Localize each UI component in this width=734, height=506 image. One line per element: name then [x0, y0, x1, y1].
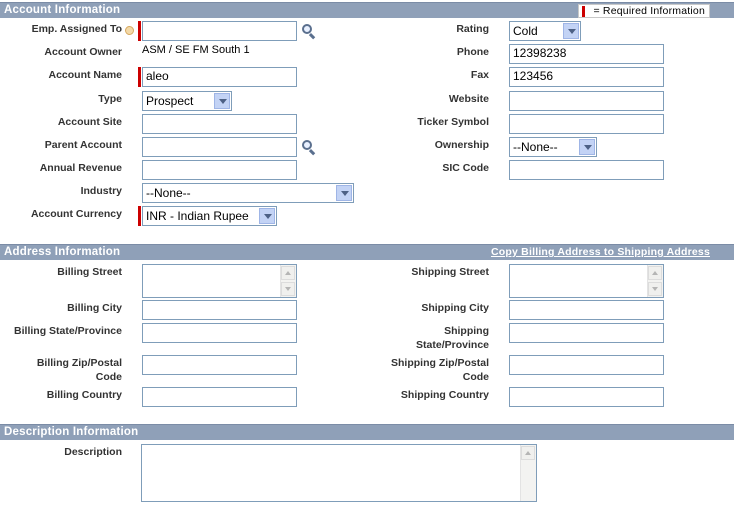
- ownership-label: Ownership: [434, 139, 489, 151]
- shipping-zip-label: Shipping Zip/Postal Code: [391, 357, 489, 383]
- phone-input[interactable]: 12398238: [509, 44, 664, 64]
- account-information-header: Account Information = Required Informati…: [0, 2, 734, 18]
- shipping-street-textarea[interactable]: [509, 264, 664, 298]
- scrollbar[interactable]: [647, 265, 663, 297]
- account-site-label: Account Site: [57, 116, 122, 128]
- required-indicator: [138, 206, 141, 226]
- industry-label: Industry: [80, 185, 122, 197]
- section-title: Account Information: [4, 4, 121, 16]
- billing-street-textarea[interactable]: [142, 264, 297, 298]
- account-owner-label: Account Owner: [44, 46, 122, 58]
- billing-zip-input[interactable]: [142, 355, 297, 375]
- sic-code-label: SIC Code: [442, 162, 489, 174]
- billing-state-input[interactable]: [142, 323, 297, 343]
- billing-country-label: Billing Country: [46, 389, 122, 401]
- shipping-country-input[interactable]: [509, 387, 664, 407]
- account-owner-value: ASM / SE FM South 1: [142, 44, 250, 56]
- chevron-down-icon[interactable]: [336, 185, 352, 201]
- website-label: Website: [448, 93, 489, 105]
- description-information-header: Description Information: [0, 424, 734, 440]
- scrollbar[interactable]: [280, 265, 296, 297]
- chevron-down-icon[interactable]: [563, 23, 579, 39]
- shipping-city-input[interactable]: [509, 300, 664, 320]
- shipping-street-label: Shipping Street: [411, 266, 489, 278]
- parent-account-input[interactable]: [142, 137, 297, 157]
- section-title: Description Information: [4, 426, 139, 438]
- ticker-symbol-input[interactable]: [509, 114, 664, 134]
- website-input[interactable]: [509, 91, 664, 111]
- billing-state-label: Billing State/Province: [14, 325, 122, 337]
- type-label: Type: [98, 93, 122, 105]
- scrollbar[interactable]: [520, 445, 536, 501]
- chevron-down-icon[interactable]: [214, 93, 230, 109]
- account-name-label: Account Name: [48, 69, 122, 81]
- phone-label: Phone: [456, 46, 489, 58]
- description-textarea[interactable]: [141, 444, 537, 502]
- account-name-input[interactable]: aleo: [142, 67, 297, 87]
- rating-select[interactable]: Cold: [509, 21, 581, 41]
- ticker-symbol-label: Ticker Symbol: [417, 116, 489, 128]
- account-site-input[interactable]: [142, 114, 297, 134]
- ownership-select[interactable]: --None--: [509, 137, 597, 157]
- fax-input[interactable]: 123456: [509, 67, 664, 87]
- section-title: Address Information: [4, 246, 121, 258]
- required-indicator: [138, 21, 141, 41]
- account-currency-select[interactable]: INR - Indian Rupee: [142, 206, 277, 226]
- fax-label: Fax: [470, 69, 489, 81]
- help-icon[interactable]: [125, 26, 134, 35]
- annual-revenue-input[interactable]: [142, 160, 297, 180]
- shipping-state-input[interactable]: [509, 323, 664, 343]
- billing-city-label: Billing City: [67, 302, 122, 314]
- emp-assigned-to-label: Emp. Assigned To: [31, 23, 122, 35]
- billing-street-label: Billing Street: [57, 266, 122, 278]
- required-legend: = Required Information: [578, 4, 710, 18]
- lookup-icon[interactable]: [301, 23, 317, 40]
- billing-city-input[interactable]: [142, 300, 297, 320]
- industry-select[interactable]: --None--: [142, 183, 354, 203]
- sic-code-input[interactable]: [509, 160, 664, 180]
- shipping-country-label: Shipping Country: [400, 389, 489, 401]
- billing-country-input[interactable]: [142, 387, 297, 407]
- address-information-header: Address Information Copy Billing Address…: [0, 244, 734, 260]
- required-indicator: [138, 67, 141, 87]
- type-select[interactable]: Prospect: [142, 91, 232, 111]
- parent-account-label: Parent Account: [44, 139, 122, 151]
- required-marker: [582, 6, 586, 17]
- emp-assigned-to-input[interactable]: [142, 21, 297, 41]
- shipping-state-label: Shipping State/Province: [416, 325, 489, 351]
- shipping-city-label: Shipping City: [421, 302, 489, 314]
- description-label: Description: [64, 446, 122, 458]
- billing-zip-label: Billing Zip/Postal Code: [36, 357, 122, 383]
- rating-label: Rating: [456, 23, 489, 35]
- chevron-down-icon[interactable]: [259, 208, 275, 224]
- shipping-zip-input[interactable]: [509, 355, 664, 375]
- copy-billing-to-shipping-link[interactable]: Copy Billing Address to Shipping Address: [491, 246, 710, 258]
- account-currency-label: Account Currency: [30, 208, 122, 220]
- annual-revenue-label: Annual Revenue: [39, 162, 122, 174]
- chevron-down-icon[interactable]: [579, 139, 595, 155]
- lookup-icon[interactable]: [301, 139, 317, 156]
